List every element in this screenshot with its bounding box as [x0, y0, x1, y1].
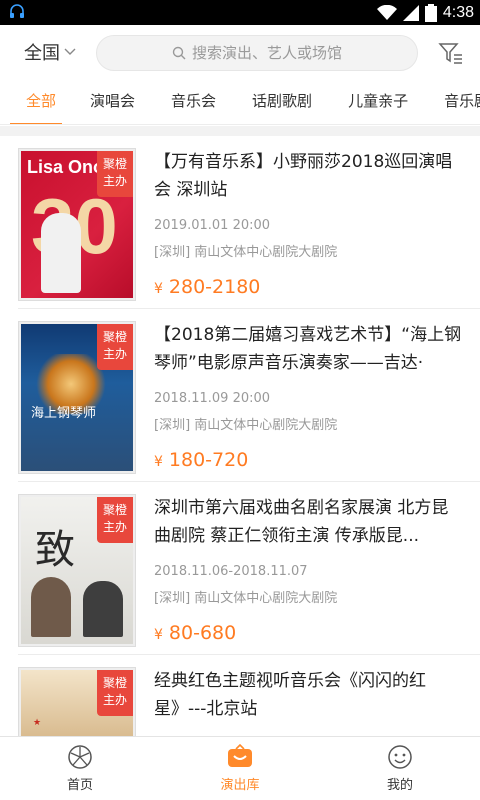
organizer-badge: 聚橙 主办 — [97, 151, 133, 197]
poster-art: 致 — [35, 527, 75, 573]
event-date: 2019.01.01 20:00 — [154, 218, 271, 233]
headset-notification-icon — [10, 4, 24, 18]
price-range: 80-680 — [168, 622, 237, 644]
event-info: 经典红色主题视听音乐会《闪闪的红星》---北京站 — [154, 667, 462, 723]
section-divider — [0, 126, 480, 136]
event-card[interactable]: 致 聚橙 主办 深圳市第六届戏曲名剧名家展演 北方昆曲剧院 蔡正仁领衔主演 传承… — [18, 482, 480, 655]
price-currency: ¥ — [154, 627, 163, 643]
signal-icon — [402, 4, 419, 21]
home-icon — [68, 745, 92, 769]
event-date: 2018.11.09 20:00 — [154, 391, 271, 406]
battery-icon — [424, 3, 437, 22]
price-currency: ¥ — [154, 454, 163, 470]
event-card[interactable]: 海上钢琴师 聚橙 主办 【2018第二届嬉习喜戏艺术节】“海上钢琴师”电影原声音… — [18, 309, 480, 482]
event-venue: [深圳] 南山文体中心剧院大剧院 — [154, 245, 338, 260]
tab-all[interactable]: 全部 — [0, 81, 72, 124]
profile-icon — [388, 745, 412, 769]
event-card[interactable]: ★ 聚橙 主办 经典红色主题视听音乐会《闪闪的红星》---北京站 — [18, 655, 480, 736]
tab-drama-opera[interactable]: 话剧歌剧 — [234, 81, 330, 124]
search-bar[interactable] — [96, 35, 418, 71]
tab-musical[interactable]: 音乐剧 — [426, 81, 480, 124]
top-bar: 全国 — [0, 25, 480, 81]
event-title: 深圳市第六届戏曲名剧名家展演 北方昆曲剧院 蔡正仁领衔主演 传承版昆... — [154, 498, 449, 546]
event-list: Lisa Ono 30 聚橙 主办 【万有音乐系】小野丽莎2018巡回演唱会 深… — [0, 136, 480, 736]
event-card[interactable]: Lisa Ono 30 聚橙 主办 【万有音乐系】小野丽莎2018巡回演唱会 深… — [18, 136, 480, 309]
show-library-icon — [228, 744, 252, 767]
poster-title: 海上钢琴师 — [31, 406, 97, 421]
event-title: 【万有音乐系】小野丽莎2018巡回演唱会 深圳站 — [154, 152, 453, 200]
event-poster: 致 聚橙 主办 — [18, 494, 136, 647]
tab-music[interactable]: 音乐会 — [153, 81, 234, 124]
event-poster: Lisa Ono 30 聚橙 主办 — [18, 148, 136, 301]
poster-title: Lisa Ono — [27, 157, 105, 177]
nav-profile-label: 我的 — [386, 778, 413, 793]
event-price: ¥ 80-680 — [154, 622, 462, 644]
event-info: 【2018第二届嬉习喜戏艺术节】“海上钢琴师”电影原声音乐演奏家——吉达· 20… — [154, 321, 462, 471]
search-icon — [172, 46, 186, 60]
tab-kids-family[interactable]: 儿童亲子 — [330, 81, 426, 124]
status-bar: 4:38 — [0, 0, 480, 25]
event-info: 深圳市第六届戏曲名剧名家展演 北方昆曲剧院 蔡正仁领衔主演 传承版昆... 20… — [154, 494, 462, 644]
tab-concert[interactable]: 演唱会 — [72, 81, 153, 124]
status-time: 4:38 — [442, 3, 474, 21]
event-price: ¥ 280-2180 — [154, 276, 462, 298]
event-date: 2018.11.06-2018.11.07 — [154, 564, 308, 579]
event-title: 【2018第二届嬉习喜戏艺术节】“海上钢琴师”电影原声音乐演奏家——吉达· — [154, 325, 462, 373]
poster-figure — [41, 213, 81, 293]
category-tabs: 全部 演唱会 音乐会 话剧歌剧 儿童亲子 音乐剧 — [0, 81, 480, 125]
search-input[interactable] — [192, 44, 342, 62]
chevron-down-icon — [64, 48, 76, 55]
organizer-badge: 聚橙 主办 — [97, 324, 133, 370]
nav-home-label: 首页 — [66, 778, 93, 793]
nav-home[interactable]: 首页 — [0, 737, 160, 800]
event-poster: ★ 聚橙 主办 — [18, 667, 136, 736]
poster-figure — [83, 581, 123, 637]
event-title: 经典红色主题视听音乐会《闪闪的红星》---北京站 — [154, 671, 426, 719]
poster-art: ★ — [33, 718, 42, 728]
organizer-badge: 聚橙 主办 — [97, 497, 133, 543]
poster-figure — [31, 577, 71, 637]
price-range: 280-2180 — [168, 276, 261, 298]
event-price: ¥ 180-720 — [154, 449, 462, 471]
event-info: 【万有音乐系】小野丽莎2018巡回演唱会 深圳站 2019.01.01 20:0… — [154, 148, 462, 298]
nav-profile[interactable]: 我的 — [320, 737, 480, 800]
event-venue: [深圳] 南山文体中心剧院大剧院 — [154, 418, 338, 433]
price-range: 180-720 — [168, 449, 249, 471]
price-currency: ¥ — [154, 281, 163, 297]
city-label: 全国 — [24, 43, 60, 64]
organizer-badge: 聚橙 主办 — [97, 670, 133, 716]
bottom-nav: 首页 演出库 我的 — [0, 736, 480, 800]
nav-show-library-label: 演出库 — [220, 778, 260, 793]
city-selector[interactable]: 全国 — [24, 39, 76, 65]
filter-icon[interactable] — [438, 41, 464, 65]
wifi-icon — [376, 4, 397, 20]
event-venue: [深圳] 南山文体中心剧院大剧院 — [154, 591, 338, 606]
nav-show-library[interactable]: 演出库 — [160, 737, 320, 800]
event-poster: 海上钢琴师 聚橙 主办 — [18, 321, 136, 474]
